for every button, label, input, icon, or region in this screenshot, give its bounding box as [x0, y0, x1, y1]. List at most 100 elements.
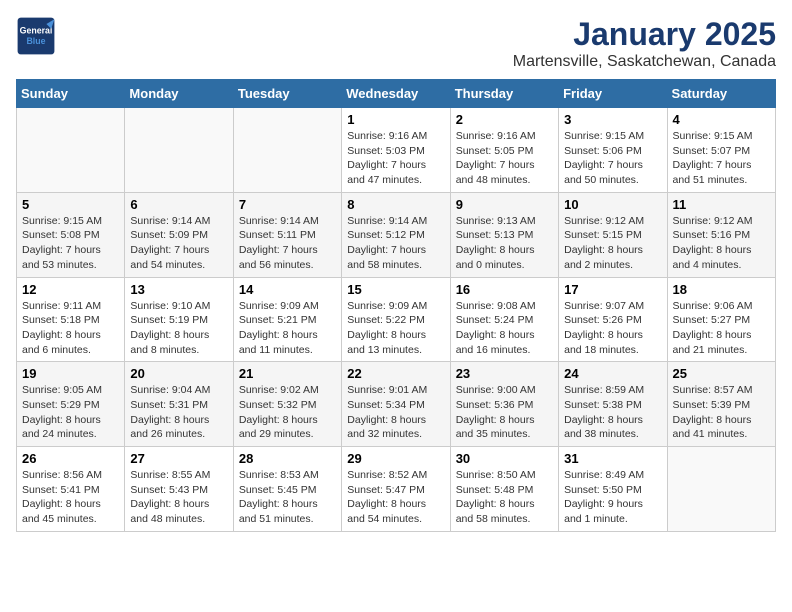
day-number: 4 — [673, 112, 770, 127]
day-info: Sunrise: 9:12 AM Sunset: 5:16 PM Dayligh… — [673, 214, 770, 273]
calendar-cell: 9 Sunrise: 9:13 AM Sunset: 5:13 PM Daylig… — [450, 192, 558, 277]
calendar-cell: 12 Sunrise: 9:11 AM Sunset: 5:18 PM Dayli… — [17, 277, 125, 362]
calendar-cell: 25 Sunrise: 8:57 AM Sunset: 5:39 PM Dayli… — [667, 362, 775, 447]
day-info: Sunrise: 8:53 AM Sunset: 5:45 PM Dayligh… — [239, 468, 336, 527]
calendar-cell: 26 Sunrise: 8:56 AM Sunset: 5:41 PM Dayli… — [17, 447, 125, 532]
day-info: Sunrise: 8:49 AM Sunset: 5:50 PM Dayligh… — [564, 468, 661, 527]
day-number: 6 — [130, 197, 227, 212]
logo: General Blue — [16, 16, 56, 56]
calendar-cell: 13Sunrise: 9:10 AM Sunset: 5:19 PM Dayli… — [125, 277, 233, 362]
calendar-cell: 20 Sunrise: 9:04 AM Sunset: 5:31 PM Dayli… — [125, 362, 233, 447]
day-info: Sunrise: 9:07 AM Sunset: 5:26 PM Dayligh… — [564, 299, 661, 358]
day-number: 10 — [564, 197, 661, 212]
calendar-cell: 8 Sunrise: 9:14 AM Sunset: 5:12 PM Daylig… — [342, 192, 450, 277]
calendar-cell: 5 Sunrise: 9:15 AM Sunset: 5:08 PM Daylig… — [17, 192, 125, 277]
day-number: 3 — [564, 112, 661, 127]
day-info: Sunrise: 9:16 AM Sunset: 5:03 PM Dayligh… — [347, 129, 444, 188]
day-number: 26 — [22, 451, 119, 466]
calendar-cell: 4Sunrise: 9:15 AM Sunset: 5:07 PM Daylig… — [667, 108, 775, 193]
day-number: 22 — [347, 366, 444, 381]
calendar-cell: 27 Sunrise: 8:55 AM Sunset: 5:43 PM Dayli… — [125, 447, 233, 532]
day-number: 29 — [347, 451, 444, 466]
day-number: 19 — [22, 366, 119, 381]
day-number: 25 — [673, 366, 770, 381]
day-number: 21 — [239, 366, 336, 381]
day-number: 20 — [130, 366, 227, 381]
calendar-cell: 28 Sunrise: 8:53 AM Sunset: 5:45 PM Dayli… — [233, 447, 341, 532]
calendar-week-3: 12 Sunrise: 9:11 AM Sunset: 5:18 PM Dayli… — [17, 277, 776, 362]
day-info: Sunrise: 9:12 AM Sunset: 5:15 PM Dayligh… — [564, 214, 661, 273]
day-info: Sunrise: 9:11 AM Sunset: 5:18 PM Dayligh… — [22, 299, 119, 358]
weekday-header-tuesday: Tuesday — [233, 80, 341, 108]
calendar-cell: 24Sunrise: 8:59 AM Sunset: 5:38 PM Dayli… — [559, 362, 667, 447]
day-number: 12 — [22, 282, 119, 297]
title-area: January 2025 Martensville, Saskatchewan,… — [513, 16, 776, 71]
subtitle: Martensville, Saskatchewan, Canada — [513, 53, 776, 71]
day-number: 8 — [347, 197, 444, 212]
day-info: Sunrise: 9:10 AM Sunset: 5:19 PM Dayligh… — [130, 299, 227, 358]
day-info: Sunrise: 9:02 AM Sunset: 5:32 PM Dayligh… — [239, 383, 336, 442]
calendar-cell: 10 Sunrise: 9:12 AM Sunset: 5:15 PM Dayli… — [559, 192, 667, 277]
day-info: Sunrise: 9:00 AM Sunset: 5:36 PM Dayligh… — [456, 383, 553, 442]
calendar-cell — [667, 447, 775, 532]
day-number: 16 — [456, 282, 553, 297]
calendar-cell — [233, 108, 341, 193]
day-number: 28 — [239, 451, 336, 466]
weekday-header-row: SundayMondayTuesdayWednesdayThursdayFrid… — [17, 80, 776, 108]
day-number: 31 — [564, 451, 661, 466]
calendar-cell: 23 Sunrise: 9:00 AM Sunset: 5:36 PM Dayli… — [450, 362, 558, 447]
day-number: 2 — [456, 112, 553, 127]
weekday-header-saturday: Saturday — [667, 80, 775, 108]
day-info: Sunrise: 8:57 AM Sunset: 5:39 PM Dayligh… — [673, 383, 770, 442]
day-number: 9 — [456, 197, 553, 212]
day-info: Sunrise: 9:13 AM Sunset: 5:13 PM Dayligh… — [456, 214, 553, 273]
calendar-cell — [125, 108, 233, 193]
svg-text:Blue: Blue — [26, 36, 45, 46]
calendar-cell: 21 Sunrise: 9:02 AM Sunset: 5:32 PM Dayli… — [233, 362, 341, 447]
day-number: 15 — [347, 282, 444, 297]
day-info: Sunrise: 9:06 AM Sunset: 5:27 PM Dayligh… — [673, 299, 770, 358]
calendar-cell: 29 Sunrise: 8:52 AM Sunset: 5:47 PM Dayli… — [342, 447, 450, 532]
weekday-header-thursday: Thursday — [450, 80, 558, 108]
calendar-cell: 14 Sunrise: 9:09 AM Sunset: 5:21 PM Dayli… — [233, 277, 341, 362]
calendar-week-5: 26 Sunrise: 8:56 AM Sunset: 5:41 PM Dayli… — [17, 447, 776, 532]
calendar-week-4: 19Sunrise: 9:05 AM Sunset: 5:29 PM Dayli… — [17, 362, 776, 447]
day-number: 1 — [347, 112, 444, 127]
calendar-cell: 2 Sunrise: 9:16 AM Sunset: 5:05 PM Daylig… — [450, 108, 558, 193]
calendar-cell: 15 Sunrise: 9:09 AM Sunset: 5:22 PM Dayli… — [342, 277, 450, 362]
day-number: 23 — [456, 366, 553, 381]
calendar-cell: 3 Sunrise: 9:15 AM Sunset: 5:06 PM Daylig… — [559, 108, 667, 193]
calendar-cell: 17 Sunrise: 9:07 AM Sunset: 5:26 PM Dayli… — [559, 277, 667, 362]
main-title: January 2025 — [513, 16, 776, 53]
calendar-cell — [17, 108, 125, 193]
calendar-cell: 22 Sunrise: 9:01 AM Sunset: 5:34 PM Dayli… — [342, 362, 450, 447]
day-info: Sunrise: 9:15 AM Sunset: 5:06 PM Dayligh… — [564, 129, 661, 188]
day-info: Sunrise: 9:09 AM Sunset: 5:22 PM Dayligh… — [347, 299, 444, 358]
day-info: Sunrise: 8:56 AM Sunset: 5:41 PM Dayligh… — [22, 468, 119, 527]
logo-icon: General Blue — [16, 16, 56, 56]
day-number: 7 — [239, 197, 336, 212]
day-number: 14 — [239, 282, 336, 297]
day-number: 24 — [564, 366, 661, 381]
day-info: Sunrise: 9:16 AM Sunset: 5:05 PM Dayligh… — [456, 129, 553, 188]
svg-text:General: General — [20, 26, 53, 36]
day-info: Sunrise: 9:09 AM Sunset: 5:21 PM Dayligh… — [239, 299, 336, 358]
day-number: 17 — [564, 282, 661, 297]
calendar-week-1: 1 Sunrise: 9:16 AM Sunset: 5:03 PM Daylig… — [17, 108, 776, 193]
day-number: 27 — [130, 451, 227, 466]
weekday-header-sunday: Sunday — [17, 80, 125, 108]
calendar-cell: 7Sunrise: 9:14 AM Sunset: 5:11 PM Daylig… — [233, 192, 341, 277]
day-info: Sunrise: 9:14 AM Sunset: 5:12 PM Dayligh… — [347, 214, 444, 273]
day-info: Sunrise: 8:55 AM Sunset: 5:43 PM Dayligh… — [130, 468, 227, 527]
day-info: Sunrise: 9:01 AM Sunset: 5:34 PM Dayligh… — [347, 383, 444, 442]
calendar-cell: 31 Sunrise: 8:49 AM Sunset: 5:50 PM Dayli… — [559, 447, 667, 532]
calendar-cell: 30Sunrise: 8:50 AM Sunset: 5:48 PM Dayli… — [450, 447, 558, 532]
day-info: Sunrise: 9:15 AM Sunset: 5:08 PM Dayligh… — [22, 214, 119, 273]
day-info: Sunrise: 9:04 AM Sunset: 5:31 PM Dayligh… — [130, 383, 227, 442]
day-info: Sunrise: 8:50 AM Sunset: 5:48 PM Dayligh… — [456, 468, 553, 527]
page-header: General Blue January 2025 Martensville, … — [16, 16, 776, 71]
day-number: 5 — [22, 197, 119, 212]
calendar-table: SundayMondayTuesdayWednesdayThursdayFrid… — [16, 79, 776, 532]
calendar-cell: 11Sunrise: 9:12 AM Sunset: 5:16 PM Dayli… — [667, 192, 775, 277]
day-info: Sunrise: 8:52 AM Sunset: 5:47 PM Dayligh… — [347, 468, 444, 527]
